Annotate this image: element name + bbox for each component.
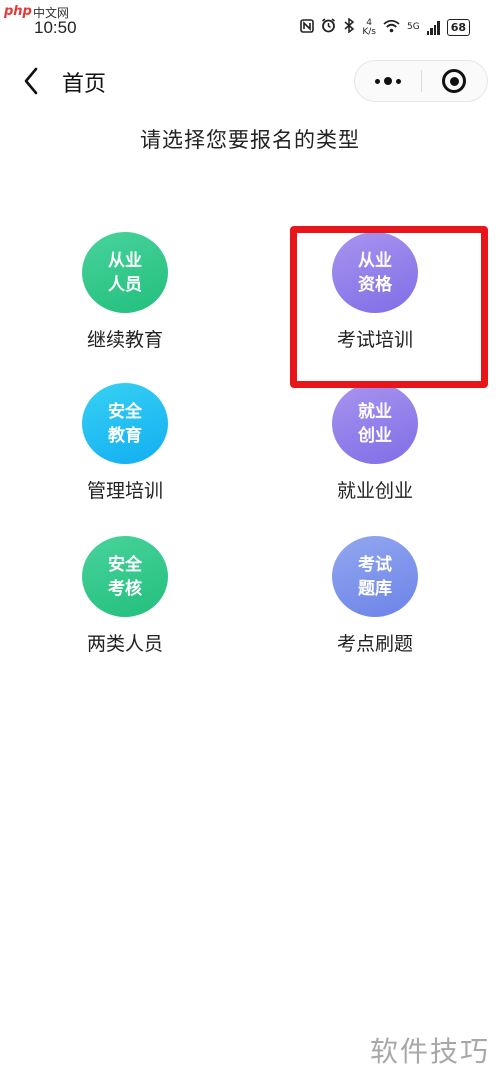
status-icons: 4 K/s 5G 68 — [300, 17, 470, 37]
status-time: 10:50 — [34, 18, 77, 37]
category-icon: 安全 教育 — [82, 383, 168, 464]
wifi-icon — [383, 19, 400, 37]
category-icon-text: 从业 — [108, 250, 142, 271]
category-icon-text: 题库 — [358, 578, 392, 599]
category-two-types-personnel[interactable]: 安全 考核 两类人员 — [40, 536, 210, 656]
category-icon-text: 考试 — [358, 554, 392, 575]
highlight-box — [290, 226, 488, 388]
watermark: 软件技巧 — [369, 1035, 490, 1068]
category-icon-text: 安全 — [108, 401, 142, 422]
close-button[interactable] — [422, 61, 488, 101]
prompt-heading: 请选择您要报名的类型 — [140, 128, 360, 152]
category-label: 继续教育 — [86, 329, 163, 351]
category-continuing-education[interactable]: 从业 人员 继续教育 — [40, 232, 210, 352]
net-speed: 4 K/s — [362, 18, 376, 37]
chevron-left-icon — [24, 67, 38, 95]
category-icon-text: 就业 — [358, 401, 392, 422]
category-icon: 安全 考核 — [82, 536, 168, 617]
nfc-icon — [300, 18, 315, 37]
category-employment[interactable]: 就业 创业 就业创业 — [290, 383, 460, 503]
category-label: 管理培训 — [86, 480, 163, 502]
bluetooth-icon — [343, 17, 355, 37]
category-label: 考点刷题 — [336, 633, 413, 655]
category-icon: 从业 人员 — [82, 232, 168, 313]
mini-program-capsule — [354, 60, 488, 102]
status-bar: php 中文网 10:50 4 K/s 5G 68 — [0, 0, 500, 46]
category-management-training[interactable]: 安全 教育 管理培训 — [40, 383, 210, 503]
target-circle-icon — [442, 69, 467, 93]
category-icon: 就业 创业 — [332, 383, 418, 464]
battery-icon: 68 — [446, 19, 470, 36]
category-icon: 考试 题库 — [332, 536, 418, 617]
site-logo: php — [4, 4, 32, 19]
alarm-icon — [321, 18, 336, 37]
page-title: 首页 — [62, 72, 107, 97]
category-icon-text: 安全 — [108, 554, 142, 575]
nav-bar: 首页 — [0, 52, 500, 112]
more-dots-icon — [374, 77, 401, 85]
more-button[interactable] — [355, 61, 421, 101]
net-speed-unit: K/s — [362, 26, 376, 37]
category-icon-text: 创业 — [358, 425, 392, 446]
category-question-bank[interactable]: 考试 题库 考点刷题 — [290, 536, 460, 656]
category-icon-text: 教育 — [108, 425, 142, 446]
category-icon-text: 考核 — [108, 578, 142, 599]
back-button[interactable] — [16, 64, 46, 98]
category-icon-text: 人员 — [108, 274, 142, 295]
signal-icon — [426, 20, 440, 35]
category-label: 就业创业 — [336, 480, 413, 502]
network-type: 5G — [406, 22, 420, 32]
screen: php 中文网 10:50 4 K/s 5G 68 首页 请选择您要报名的类型 … — [0, 0, 500, 1084]
category-label: 两类人员 — [86, 633, 163, 655]
